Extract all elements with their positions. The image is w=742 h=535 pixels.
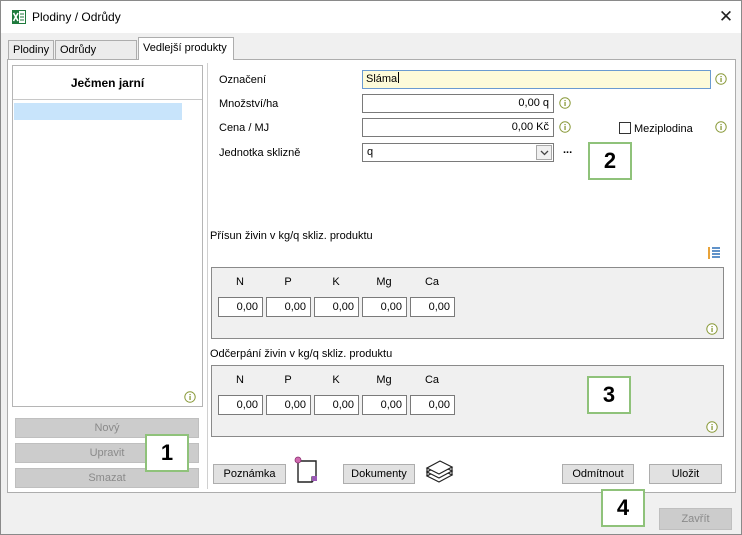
nutrient-header-mg: Mg <box>376 276 392 288</box>
nutrient-input-title: Přísun živin v kg/q skliz. produktu <box>210 230 373 242</box>
nutrient-input-k[interactable]: 0,00 <box>314 297 359 317</box>
designation-label: Označení <box>219 74 267 86</box>
info-icon[interactable] <box>559 121 571 133</box>
documents-stack-icon[interactable] <box>423 456 455 486</box>
close-button[interactable]: Zavřít <box>659 508 732 530</box>
dialog-window: Plodiny / Odrůdy ✕ Plodiny Odrůdy (osiva… <box>0 0 742 535</box>
tab-odrudy[interactable]: Odrůdy (osiva) <box>55 40 137 74</box>
info-icon[interactable] <box>184 391 196 403</box>
nutrient-header-n: N <box>236 276 244 288</box>
unit-select[interactable]: q <box>362 143 554 162</box>
nutrient-header-n: N <box>236 374 244 386</box>
info-icon[interactable] <box>559 97 571 109</box>
designation-input[interactable]: Sláma <box>362 70 711 89</box>
divider <box>207 63 208 489</box>
info-icon[interactable] <box>706 323 718 335</box>
price-label: Cena / MJ <box>219 122 270 134</box>
close-window-button[interactable]: ✕ <box>714 6 738 28</box>
nutrient-header-p: P <box>284 374 292 386</box>
nutrient-header-k: K <box>332 276 340 288</box>
window-title: Plodiny / Odrůdy <box>32 10 121 24</box>
info-icon[interactable] <box>715 121 727 133</box>
note-icon[interactable] <box>292 455 322 485</box>
tab-vedlejsi-produkty[interactable]: Vedlejší produkty <box>138 37 234 60</box>
nutrient-uptake-group: N P K Mg Ca 0,00 0,00 0,00 0,00 0,00 <box>211 365 724 437</box>
dropdown-button[interactable] <box>536 145 552 160</box>
designation-value: Sláma <box>366 73 398 85</box>
unit-label: Jednotka sklizně <box>219 147 301 159</box>
info-icon[interactable] <box>706 421 718 433</box>
catch-crop-label: Meziplodina <box>634 123 693 135</box>
reject-button[interactable]: Odmítnout <box>562 464 634 484</box>
tab-plodiny[interactable]: Plodiny <box>8 40 54 59</box>
excel-app-icon <box>12 10 26 24</box>
nutrient-header-k: K <box>332 374 340 386</box>
documents-button[interactable]: Dokumenty <box>343 464 415 484</box>
crop-name: Ječmen jarní <box>70 76 145 90</box>
nutrient-uptake-p[interactable]: 0,00 <box>266 395 311 415</box>
nutrient-input-ca[interactable]: 0,00 <box>410 297 455 317</box>
quantity-label: Množství/ha <box>219 98 279 110</box>
nutrient-uptake-n[interactable]: 0,00 <box>218 395 263 415</box>
import-list-icon[interactable] <box>706 245 722 261</box>
unit-value: q <box>367 146 374 158</box>
nutrient-uptake-mg[interactable]: 0,00 <box>362 395 407 415</box>
nutrient-uptake-k[interactable]: 0,00 <box>314 395 359 415</box>
nutrient-uptake-ca[interactable]: 0,00 <box>410 395 455 415</box>
nutrient-uptake-title: Odčerpání živin v kg/q skliz. produktu <box>210 348 393 360</box>
nutrient-header-p: P <box>284 276 292 288</box>
nutrient-header-ca: Ca <box>424 374 440 386</box>
crop-list-panel: Ječmen jarní <box>12 65 203 407</box>
title-bar: Plodiny / Odrůdy ✕ <box>1 1 741 33</box>
nutrient-input-mg[interactable]: 0,00 <box>362 297 407 317</box>
nutrient-input-p[interactable]: 0,00 <box>266 297 311 317</box>
callout-badge-4: 4 <box>601 489 645 527</box>
catch-crop-checkbox[interactable] <box>619 122 631 134</box>
list-item-selected[interactable] <box>14 103 182 120</box>
callout-badge-1: 1 <box>145 434 189 472</box>
note-button[interactable]: Poznámka <box>213 464 286 484</box>
callout-badge-2: 2 <box>588 142 632 180</box>
ellipsis-button[interactable]: ... <box>563 144 572 156</box>
chevron-down-icon <box>540 150 549 156</box>
save-button[interactable]: Uložit <box>649 464 722 484</box>
quantity-input[interactable]: 0,00 q <box>362 94 554 113</box>
callout-badge-3: 3 <box>587 376 631 414</box>
nutrient-header-mg: Mg <box>376 374 392 386</box>
nutrient-input-n[interactable]: 0,00 <box>218 297 263 317</box>
divider <box>13 99 202 100</box>
nutrient-input-group: N P K Mg Ca 0,00 0,00 0,00 0,00 0,00 <box>211 267 724 339</box>
nutrient-header-ca: Ca <box>424 276 440 288</box>
info-icon[interactable] <box>715 73 727 85</box>
price-input[interactable]: 0,00 Kč <box>362 118 554 137</box>
